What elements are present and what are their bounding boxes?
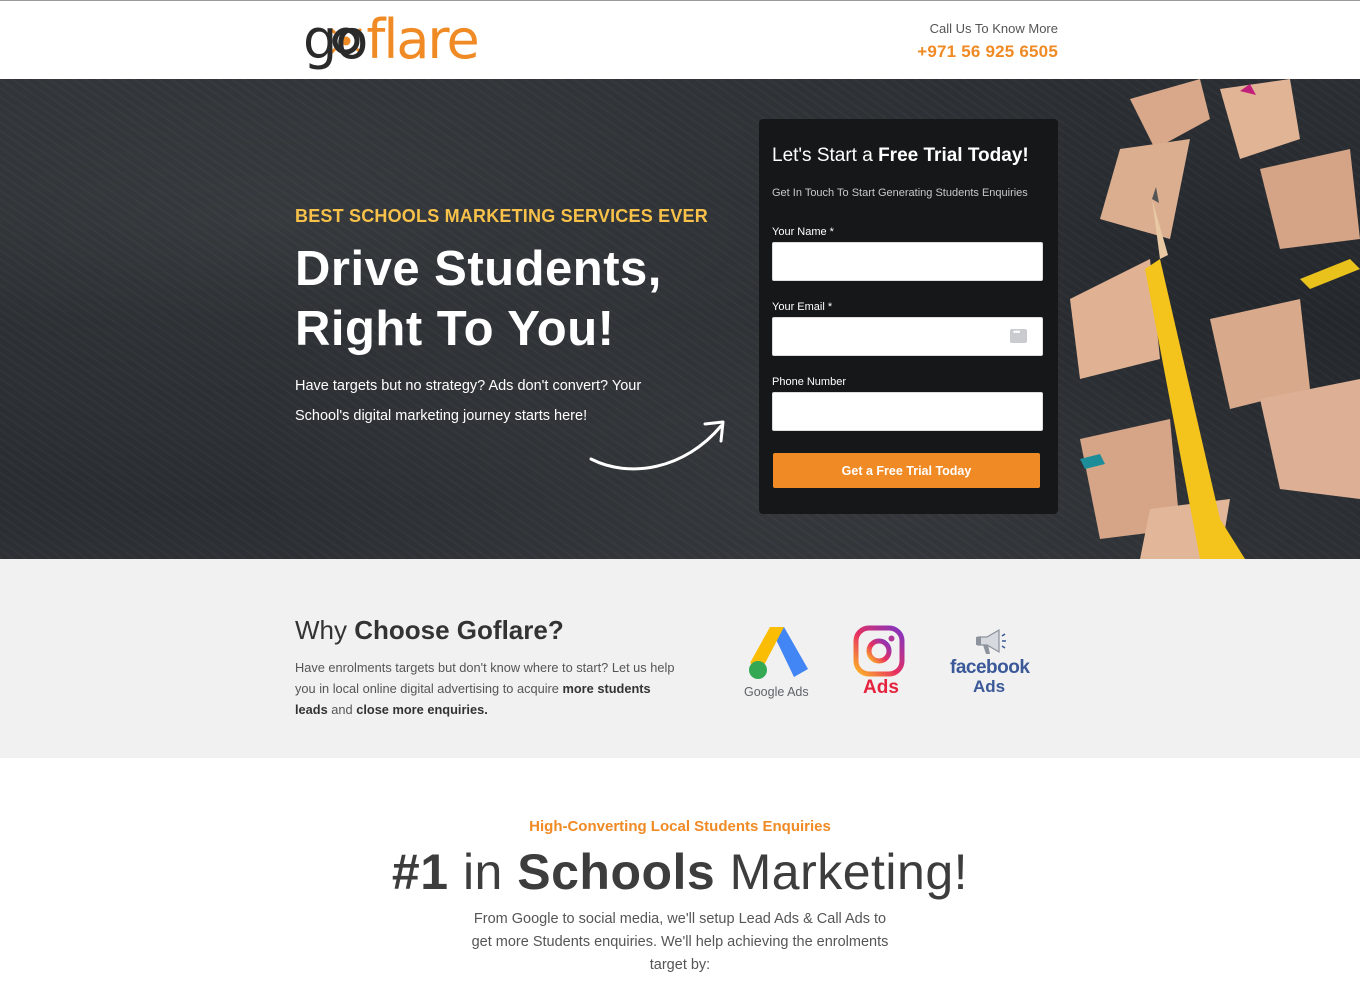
trial-form: Let's Start a Free Trial Today! Get In T… (759, 119, 1058, 514)
hero-tagline: BEST SCHOOLS MARKETING SERVICES EVER (295, 206, 708, 226)
form-title: Let's Start a Free Trial Today! (772, 145, 1029, 166)
schools-marketing-section: High-Converting Local Students Enquiries… (0, 758, 1360, 993)
email-field-wrap (772, 317, 1043, 356)
top-header: goflare Call Us To Know More +971 56 925… (0, 0, 1360, 79)
hero-section: BEST SCHOOLS MARKETING SERVICES EVER Dri… (0, 79, 1360, 559)
phone-link[interactable]: +971 56 925 6505 (917, 42, 1058, 62)
curved-arrow-icon (589, 420, 725, 471)
form-subtitle: Get In Touch To Start Generating Student… (772, 187, 1028, 199)
logo-wordmark: goflare (303, 8, 480, 71)
section-kicker: High-Converting Local Students Enquiries (529, 818, 831, 835)
instagram-icon (853, 625, 905, 677)
google-ads-icon (749, 627, 808, 679)
hero-headline-line1: Drive Students, (295, 242, 662, 296)
section-description: From Google to social media, we'll setup… (471, 911, 889, 973)
contact-label: Call Us To Know More (929, 21, 1058, 36)
why-paragraph: Have enrolments targets but don't know w… (295, 660, 675, 717)
facebook-wordmark: facebook (950, 657, 1030, 678)
email-label: Your Email * (772, 301, 833, 313)
free-trial-submit-button[interactable]: Get a Free Trial Today (773, 453, 1040, 488)
google-ads-badge: Google Ads (740, 621, 815, 701)
section-headline: #1 in Schools Marketing! (391, 844, 969, 900)
facebook-ads-caption: Ads (973, 677, 1006, 696)
email-input[interactable] (772, 317, 1043, 356)
instagram-ads-badge: Ads (852, 625, 912, 705)
hero-headline-line2: Right To You! (295, 302, 615, 356)
why-title: Why Choose Goflare? (295, 615, 564, 645)
facebook-ads-badge: facebook Ads (948, 623, 1033, 703)
header-contact: Call Us To Know More +971 56 925 6505 (917, 21, 1058, 62)
autofill-key-icon[interactable] (1010, 327, 1027, 343)
phone-label: Phone Number (772, 376, 846, 388)
name-label: Your Name * (772, 226, 834, 238)
why-choose-section: Why Choose Goflare? Have enrolments targ… (0, 559, 1360, 758)
megaphone-icon (976, 628, 1006, 654)
name-input[interactable] (772, 242, 1043, 281)
hero-headline: Drive Students, Right To You! (295, 239, 755, 359)
pencil-shavings-image (1070, 79, 1360, 559)
instagram-ads-caption: Ads (863, 677, 899, 698)
google-ads-caption: Google Ads (744, 685, 809, 699)
phone-input[interactable] (772, 392, 1043, 431)
